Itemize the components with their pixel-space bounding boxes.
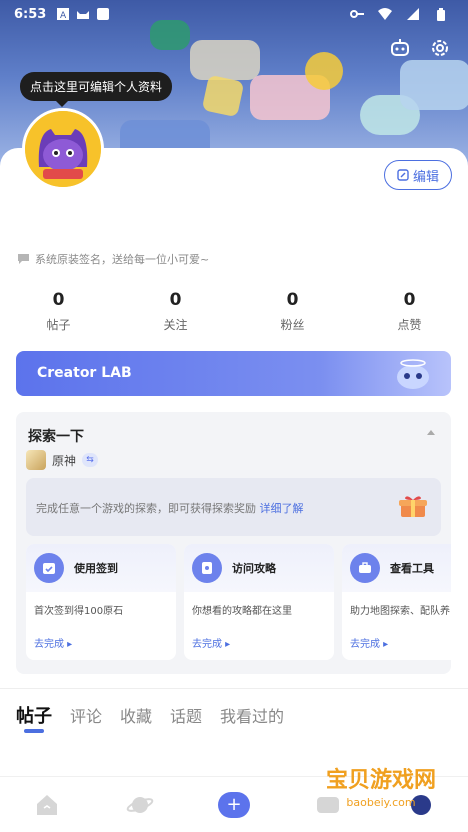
stat-label: 关注 bbox=[163, 318, 188, 332]
content-tabs: 帖子 评论 收藏 话题 我看过的 bbox=[16, 702, 284, 728]
explore-section: 探索一下 原神 ⇆ 完成任意一个游戏的探索，即可获得探索奖励 详细了解 使用签到… bbox=[16, 412, 451, 674]
active-tab-indicator bbox=[24, 729, 44, 733]
game-selector[interactable]: 原神 ⇆ bbox=[26, 450, 99, 470]
game-avatar-icon bbox=[26, 450, 46, 470]
add-post-button[interactable]: + bbox=[217, 789, 250, 821]
tab-history[interactable]: 我看过的 bbox=[220, 703, 284, 727]
svg-text:A: A bbox=[60, 11, 67, 20]
wifi-icon bbox=[378, 7, 392, 21]
task-name: 查看工具 bbox=[390, 562, 434, 575]
stat-value: 0 bbox=[403, 290, 416, 310]
key-icon bbox=[350, 7, 364, 21]
signal-icon bbox=[406, 7, 420, 21]
edit-profile-button[interactable]: 编辑 bbox=[384, 160, 452, 190]
avatar-mascot-icon bbox=[25, 111, 101, 187]
task-go-link[interactable]: 去完成 ▸ bbox=[192, 635, 230, 650]
explore-title: 探索一下 bbox=[28, 429, 84, 445]
stat-label: 粉丝 bbox=[280, 318, 305, 332]
tip-text: 完成任意一个游戏的探索，即可获得探索奖励 bbox=[36, 502, 256, 515]
checkin-calendar-icon bbox=[34, 553, 64, 583]
task-go-link[interactable]: 去完成 ▸ bbox=[350, 635, 388, 650]
task-name: 访问攻略 bbox=[232, 562, 276, 575]
watermark-url: baobeiy.com bbox=[346, 796, 416, 809]
collapse-caret-icon[interactable] bbox=[427, 430, 435, 435]
task-name: 使用签到 bbox=[74, 562, 118, 575]
explore-tip: 完成任意一个游戏的探索，即可获得探索奖励 详细了解 bbox=[26, 478, 441, 536]
edit-button-label: 编辑 bbox=[412, 169, 439, 185]
task-desc: 助力地图探索、配队养 bbox=[350, 606, 450, 617]
comment-icon bbox=[18, 254, 29, 264]
toolbox-icon bbox=[350, 553, 380, 583]
divider bbox=[0, 688, 468, 689]
banner-decoration bbox=[400, 60, 468, 110]
task-card-checkin[interactable]: 使用签到 首次签到得100原石 去完成 ▸ bbox=[26, 544, 176, 660]
creator-lab-banner[interactable]: Creator LAB bbox=[16, 351, 451, 396]
notification-a-icon: A bbox=[56, 7, 70, 21]
gift-icon bbox=[399, 496, 427, 517]
game-name: 原神 bbox=[52, 453, 77, 468]
stat-posts[interactable]: 0 帖子 bbox=[0, 290, 117, 333]
stat-value: 0 bbox=[52, 290, 65, 310]
swap-icon[interactable]: ⇆ bbox=[82, 453, 99, 467]
stat-value: 0 bbox=[169, 290, 182, 310]
task-desc: 你想看的攻略都在这里 bbox=[192, 606, 292, 617]
signature: 系统原装签名，送给每一位小可爱~ bbox=[18, 251, 209, 267]
guide-book-icon bbox=[192, 553, 222, 583]
battery-icon bbox=[434, 7, 448, 21]
stats-row: 0 帖子 0 关注 0 粉丝 0 点赞 bbox=[0, 290, 468, 333]
details-link[interactable]: 详细了解 bbox=[260, 502, 304, 515]
stat-likes[interactable]: 0 点赞 bbox=[351, 290, 468, 333]
settings-gear-icon[interactable] bbox=[428, 36, 452, 60]
status-bar: 6:53 A bbox=[0, 0, 468, 28]
tab-comments[interactable]: 评论 bbox=[70, 703, 102, 727]
tab-topics[interactable]: 话题 bbox=[170, 703, 202, 727]
banner-decoration bbox=[201, 74, 245, 118]
home-icon[interactable] bbox=[31, 789, 63, 821]
edit-pencil-icon bbox=[397, 169, 409, 181]
explore-tip-text: 完成任意一个游戏的探索，即可获得探索奖励 详细了解 bbox=[36, 500, 304, 516]
signature-text: 系统原装签名，送给每一位小可爱~ bbox=[35, 253, 210, 266]
header-actions bbox=[388, 36, 452, 60]
tab-favorites[interactable]: 收藏 bbox=[120, 703, 152, 727]
task-desc: 首次签到得100原石 bbox=[34, 606, 124, 617]
task-go-link[interactable]: 去完成 ▸ bbox=[34, 635, 72, 650]
stat-label: 点赞 bbox=[397, 318, 422, 332]
stat-followers[interactable]: 0 粉丝 bbox=[234, 290, 351, 333]
watermark-logo: 宝贝游戏网 baobeiy.com bbox=[326, 762, 436, 809]
plus-icon: + bbox=[217, 791, 250, 818]
banner-decoration bbox=[190, 40, 260, 80]
watermark-title: 宝贝游戏网 bbox=[325, 768, 436, 793]
creator-lab-title: Creator LAB bbox=[37, 365, 132, 381]
task-card-tools[interactable]: 查看工具 助力地图探索、配队养 去完成 ▸ bbox=[342, 544, 451, 660]
status-time: 6:53 bbox=[14, 6, 47, 22]
banner-decoration bbox=[305, 52, 343, 90]
avatar[interactable] bbox=[22, 108, 104, 190]
stat-following[interactable]: 0 关注 bbox=[117, 290, 234, 333]
tab-posts[interactable]: 帖子 bbox=[16, 702, 52, 728]
task-card-guide[interactable]: 访问攻略 你想看的攻略都在这里 去完成 ▸ bbox=[184, 544, 334, 660]
stat-label: 帖子 bbox=[46, 318, 71, 332]
robot-icon[interactable] bbox=[388, 36, 412, 60]
edit-profile-tooltip[interactable]: 点击这里可编辑个人资料 bbox=[20, 72, 173, 107]
planet-icon[interactable] bbox=[124, 789, 156, 821]
square-icon bbox=[96, 7, 110, 21]
stat-value: 0 bbox=[286, 290, 299, 310]
task-list: 使用签到 首次签到得100原石 去完成 ▸ 访问攻略 你想看的攻略都在这里 去完… bbox=[26, 544, 451, 660]
creator-mascot-icon bbox=[397, 359, 429, 389]
cat-icon bbox=[76, 7, 90, 21]
